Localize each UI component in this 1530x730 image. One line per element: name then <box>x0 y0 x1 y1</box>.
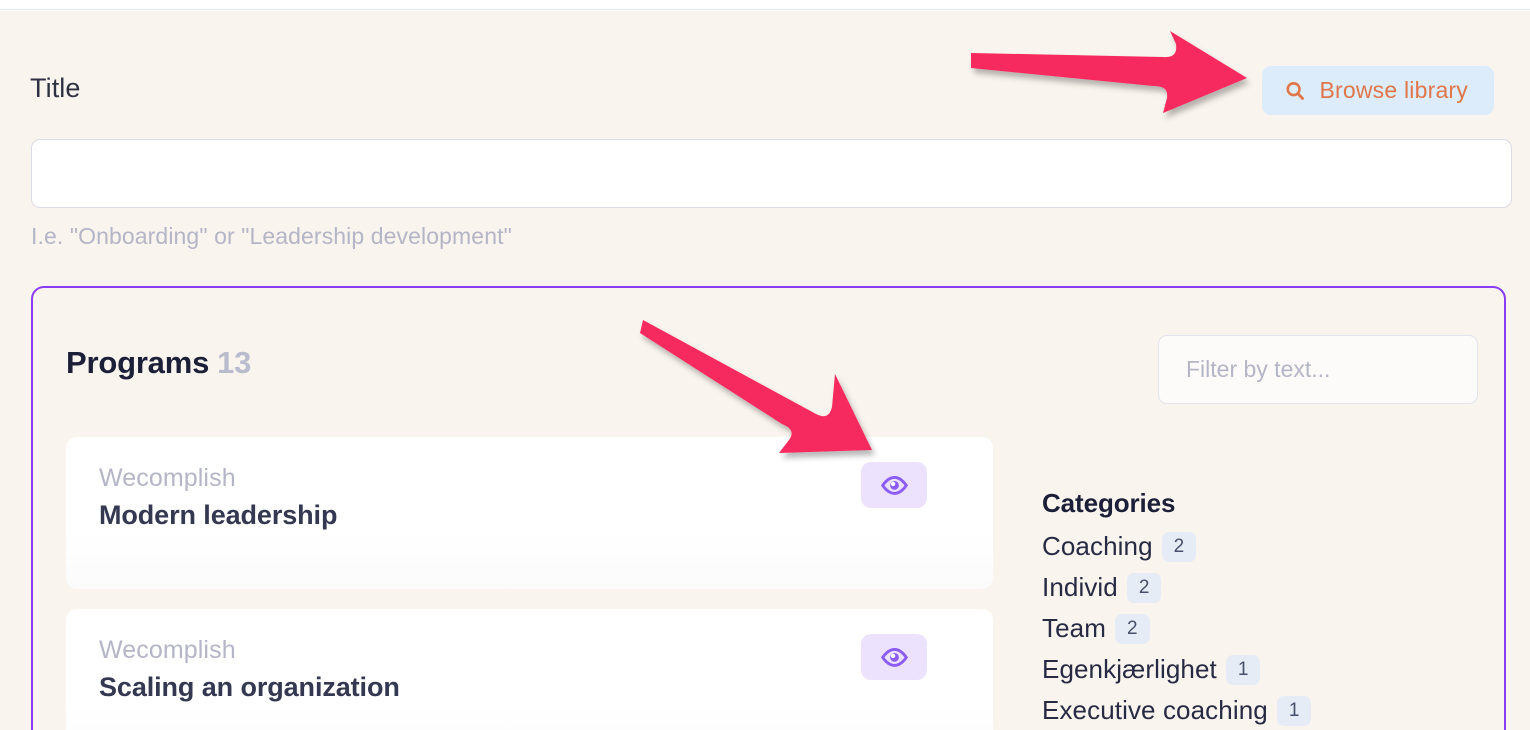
category-label: Egenkjærlighet <box>1042 654 1217 685</box>
categories-heading: Categories <box>1042 488 1482 519</box>
programs-heading-label: Programs <box>66 345 209 380</box>
preview-program-button[interactable] <box>861 634 927 680</box>
category-count-badge: 2 <box>1162 532 1197 562</box>
page-content: Title Browse library I.e. "Onboarding" o… <box>0 11 1530 730</box>
title-input[interactable] <box>31 139 1512 208</box>
category-label: Coaching <box>1042 531 1153 562</box>
category-row-individ[interactable]: Individ 2 <box>1042 567 1482 608</box>
programs-panel: Programs13 Wecomplish Modern leadership … <box>31 286 1506 730</box>
filter-by-text-input[interactable] <box>1158 335 1478 404</box>
category-count-badge: 2 <box>1127 573 1162 603</box>
programs-heading: Programs13 <box>66 345 251 381</box>
title-row: Title Browse library <box>30 66 1512 121</box>
eye-icon <box>881 648 908 667</box>
program-card[interactable]: Wecomplish Modern leadership <box>66 437 993 589</box>
category-label: Individ <box>1042 572 1118 603</box>
category-count-badge: 2 <box>1115 614 1150 644</box>
categories-panel: Categories Coaching 2 Individ 2 Team 2 E… <box>1042 488 1482 730</box>
program-card-title: Scaling an organization <box>99 672 400 703</box>
eye-icon <box>881 476 908 495</box>
category-row-team[interactable]: Team 2 <box>1042 608 1482 649</box>
category-row-coaching[interactable]: Coaching 2 <box>1042 526 1482 567</box>
search-icon <box>1284 80 1306 102</box>
program-card-title: Modern leadership <box>99 500 337 531</box>
category-count-badge: 1 <box>1226 655 1261 685</box>
browse-library-button[interactable]: Browse library <box>1262 66 1494 115</box>
category-row-executive-coaching[interactable]: Executive coaching 1 <box>1042 690 1482 730</box>
program-card-org: Wecomplish <box>99 636 236 665</box>
title-field-label: Title <box>30 73 81 104</box>
programs-count: 13 <box>217 345 251 380</box>
preview-program-button[interactable] <box>861 462 927 508</box>
window-top-edge <box>0 0 1530 10</box>
title-hint-text: I.e. "Onboarding" or "Leadership develop… <box>31 223 512 250</box>
browse-library-label: Browse library <box>1319 77 1468 104</box>
category-row-egenkjaerlighet[interactable]: Egenkjærlighet 1 <box>1042 649 1482 690</box>
program-card[interactable]: Wecomplish Scaling an organization <box>66 609 993 730</box>
program-card-org: Wecomplish <box>99 464 236 493</box>
category-label: Executive coaching <box>1042 695 1268 726</box>
program-card-list: Wecomplish Modern leadership Wecomplish … <box>66 437 993 730</box>
category-count-badge: 1 <box>1277 696 1312 726</box>
category-label: Team <box>1042 613 1106 644</box>
